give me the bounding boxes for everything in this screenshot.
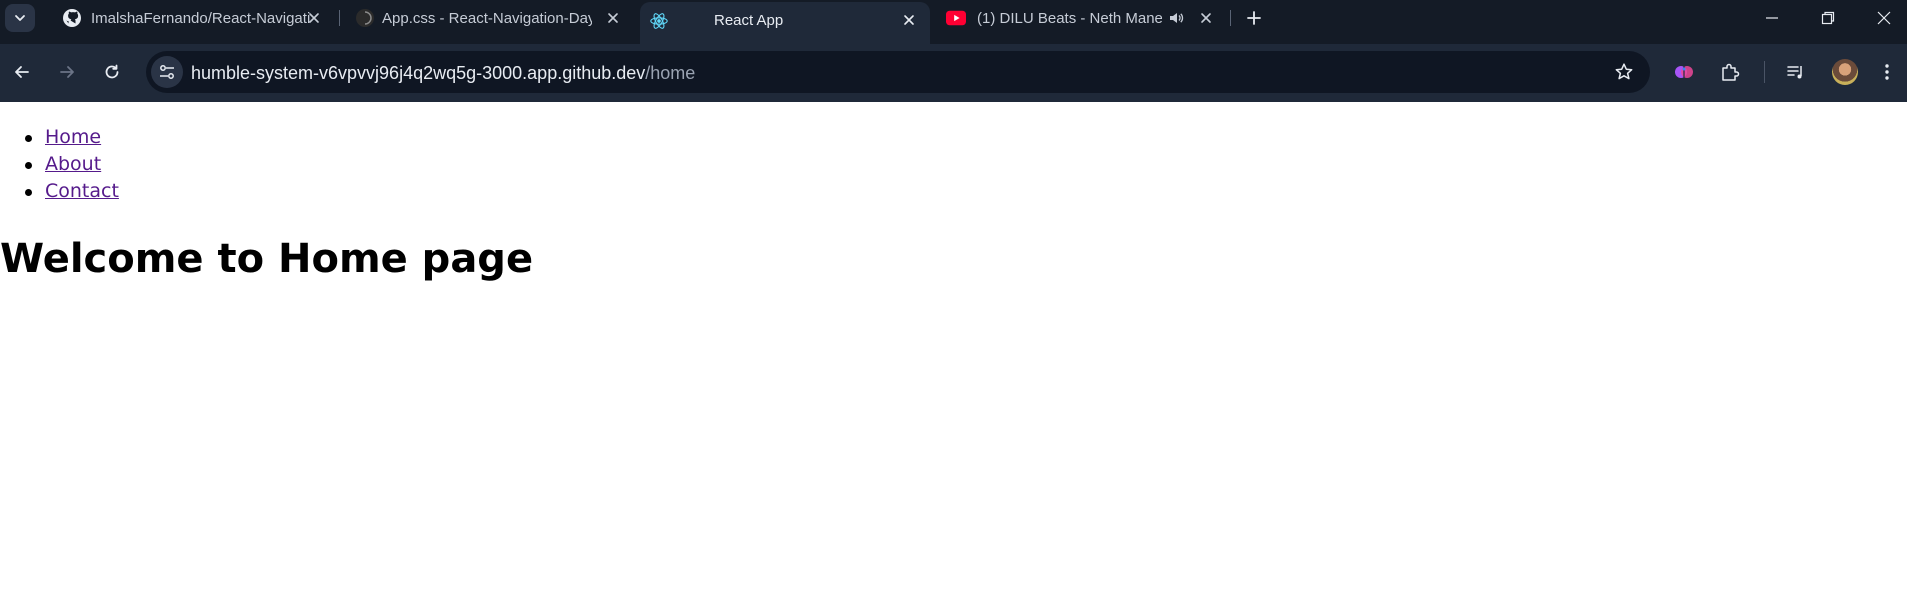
tab-separator bbox=[1230, 10, 1231, 26]
media-queue-icon[interactable] bbox=[1782, 58, 1810, 86]
extensions-puzzle-icon[interactable] bbox=[1716, 58, 1744, 86]
tab-title: App.css - React-Navigation-Day bbox=[382, 10, 592, 27]
react-icon bbox=[649, 11, 669, 31]
toolbar-separator bbox=[1764, 61, 1765, 83]
browser-chrome: ImalshaFernando/React-Navigation App.css… bbox=[0, 0, 1907, 102]
restore-icon bbox=[1821, 11, 1835, 25]
restore-button[interactable] bbox=[1808, 4, 1848, 32]
plus-icon bbox=[1246, 10, 1262, 26]
nav-item-about: About bbox=[25, 151, 119, 178]
profile-avatar[interactable] bbox=[1832, 59, 1858, 85]
nav-item-home: Home bbox=[25, 124, 119, 151]
tab-title: (1) DILU Beats - Neth Maneth bbox=[977, 10, 1162, 27]
chevron-down-icon bbox=[13, 11, 27, 25]
page-content: Home About Contact Welcome to Home page bbox=[0, 102, 1907, 608]
minimize-button[interactable] bbox=[1752, 4, 1792, 32]
nav-item-contact: Contact bbox=[25, 178, 119, 205]
arrow-right-icon bbox=[58, 63, 76, 81]
minimize-icon bbox=[1765, 11, 1779, 25]
reload-button[interactable] bbox=[98, 58, 126, 86]
back-button[interactable] bbox=[8, 58, 36, 86]
address-bar[interactable]: humble-system-v6vpvvj96j4q2wq5g-3000.app… bbox=[146, 51, 1650, 93]
tab-strip: ImalshaFernando/React-Navigation App.css… bbox=[0, 0, 1907, 44]
bookmark-star-icon[interactable] bbox=[1612, 60, 1636, 84]
github-icon bbox=[62, 8, 82, 28]
url-text[interactable]: humble-system-v6vpvvj96j4q2wq5g-3000.app… bbox=[191, 62, 695, 84]
tab-title: React App bbox=[714, 12, 784, 29]
youtube-icon bbox=[946, 8, 966, 28]
tab-app-css[interactable]: App.css - React-Navigation-Day bbox=[343, 0, 628, 36]
tab-youtube[interactable]: (1) DILU Beats - Neth Maneth bbox=[938, 0, 1228, 36]
url-host: humble-system-v6vpvvj96j4q2wq5g-3000.app… bbox=[191, 63, 646, 83]
site-info-button[interactable] bbox=[151, 56, 183, 88]
close-window-button[interactable] bbox=[1864, 4, 1904, 32]
tab-react-app[interactable]: React App bbox=[640, 2, 930, 44]
close-icon[interactable] bbox=[603, 8, 623, 28]
more-menu-icon[interactable] bbox=[1873, 58, 1901, 86]
forward-button[interactable] bbox=[53, 58, 81, 86]
speaker-icon[interactable] bbox=[1166, 8, 1186, 28]
tab-separator bbox=[339, 10, 340, 26]
github-icon bbox=[355, 8, 375, 28]
home-link[interactable]: Home bbox=[45, 126, 101, 148]
arrow-left-icon bbox=[13, 63, 31, 81]
url-path: /home bbox=[645, 63, 696, 83]
close-icon bbox=[1877, 11, 1891, 25]
extension-brain-icon[interactable] bbox=[1670, 58, 1698, 86]
tab-search-button[interactable] bbox=[5, 4, 35, 32]
close-icon[interactable] bbox=[899, 10, 919, 30]
close-icon[interactable] bbox=[304, 8, 324, 28]
tab-title: ImalshaFernando/React-Navigation bbox=[91, 10, 311, 27]
tab-github-repo[interactable]: ImalshaFernando/React-Navigation bbox=[50, 0, 335, 36]
contact-link[interactable]: Contact bbox=[45, 180, 119, 202]
tune-icon bbox=[158, 63, 176, 81]
reload-icon bbox=[103, 63, 121, 81]
about-link[interactable]: About bbox=[45, 153, 101, 175]
page-title: Welcome to Home page bbox=[0, 236, 534, 282]
nav-list: Home About Contact bbox=[25, 124, 119, 205]
new-tab-button[interactable] bbox=[1242, 6, 1266, 30]
close-icon[interactable] bbox=[1196, 8, 1216, 28]
